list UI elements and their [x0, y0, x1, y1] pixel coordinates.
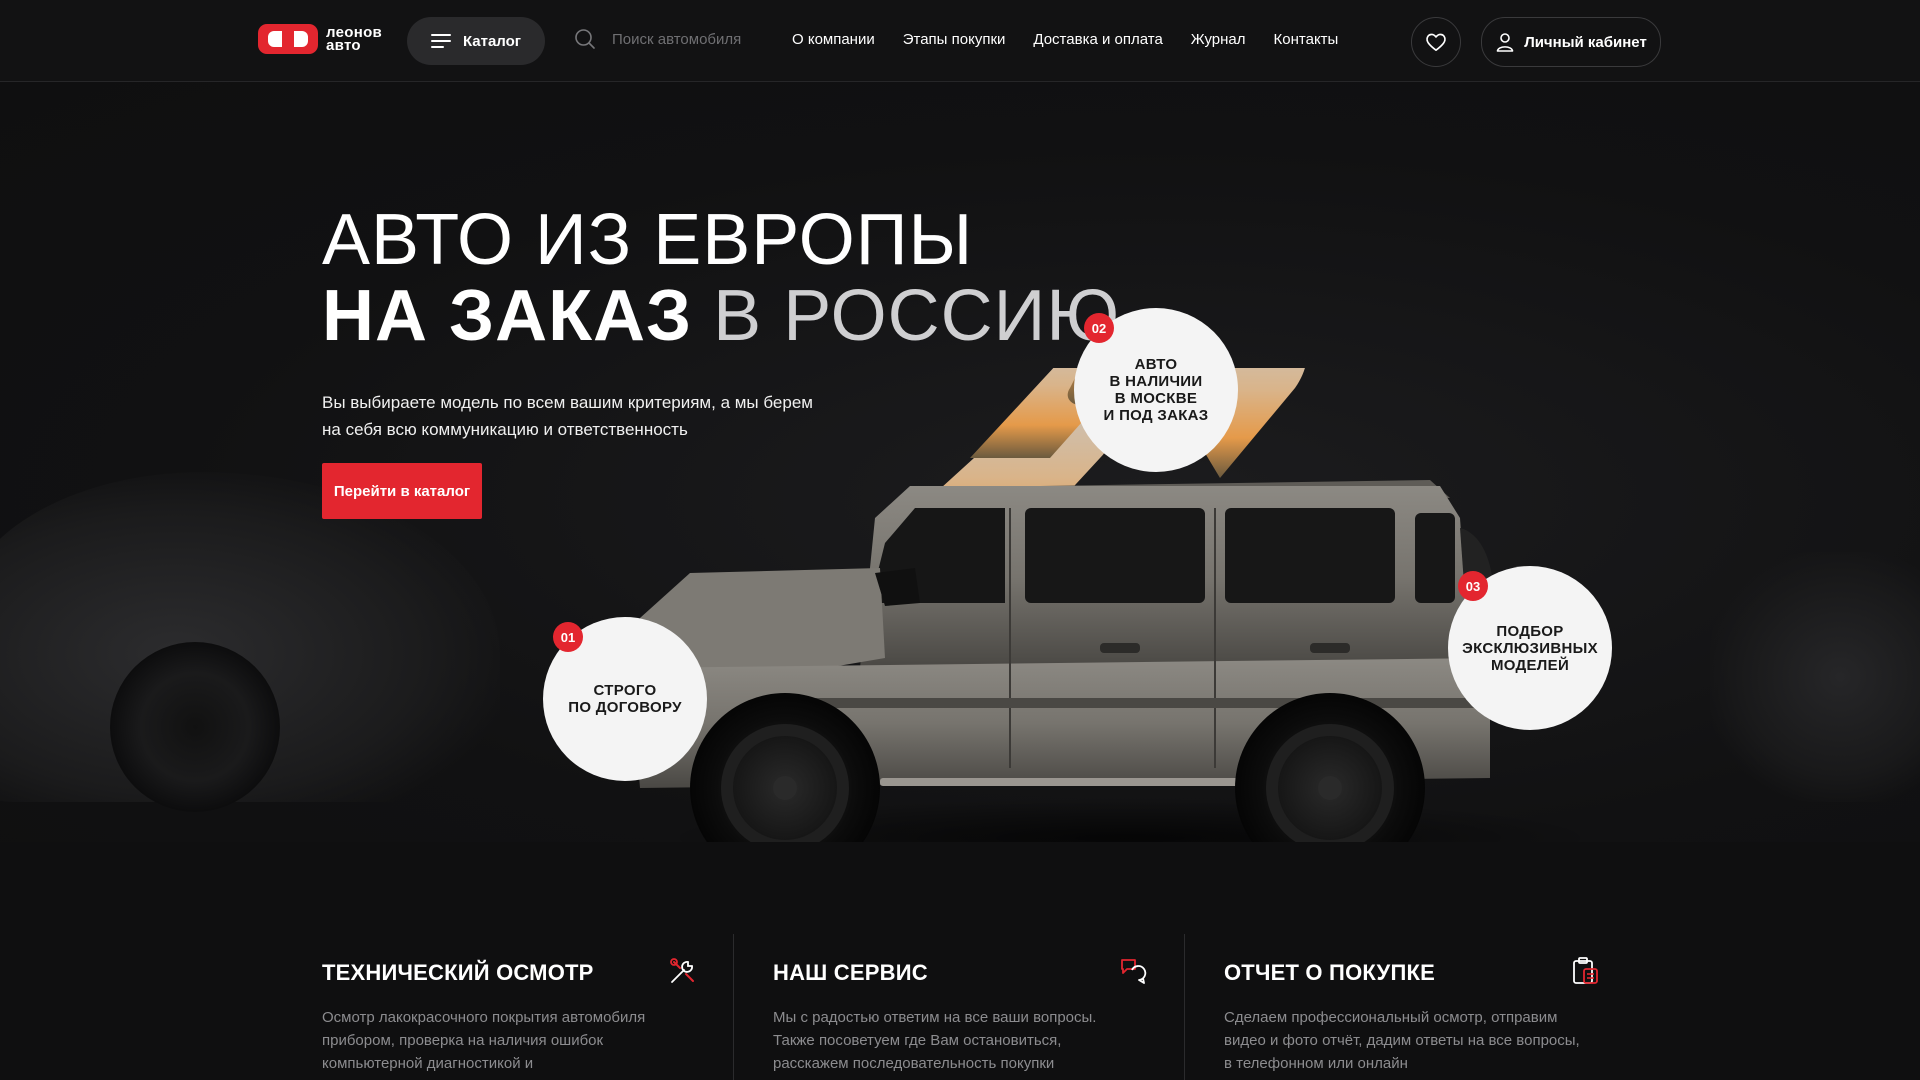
clipboard-report-icon: [1573, 957, 1598, 984]
logo[interactable]: леонов авто: [258, 24, 382, 54]
catalog-button[interactable]: Каталог: [407, 17, 545, 65]
service-description: Сделаем профессиональный осмотр, отправи…: [1224, 1009, 1580, 1072]
menu-icon: [430, 34, 451, 48]
search-input[interactable]: [610, 29, 764, 49]
nav-link-delivery-payment[interactable]: Доставка и оплата: [1033, 31, 1162, 48]
search-icon[interactable]: [574, 28, 596, 50]
hero-subtitle: Вы выбираете модель по всем вашим критер…: [322, 393, 813, 439]
nav-link-purchase-steps[interactable]: Этапы покупки: [903, 31, 1006, 48]
main-nav: О компании Этапы покупки Доставка и опла…: [792, 31, 1338, 48]
hero-title-line2-rest: В РОССИЮ: [692, 276, 1121, 356]
hero-title: АВТО ИЗ ЕВРОПЫ НА ЗАКАЗ В РОССИЮ: [322, 202, 1120, 354]
service-card-report: ОТЧЕТ О ПОКУПКЕ Сделаем профессиональный…: [1224, 957, 1604, 1075]
site-header: леонов авто Каталог О компании Этапы пок…: [0, 0, 1920, 82]
feature-exclusive-text: ПОДБОР ЭКСКЛЮЗИВНЫХ МОДЕЛЕЙ: [1462, 622, 1598, 674]
nav-link-journal[interactable]: Журнал: [1191, 31, 1246, 48]
chat-bubbles-icon: [1121, 959, 1147, 984]
favorites-button[interactable]: [1411, 17, 1461, 67]
user-icon: [1496, 33, 1514, 52]
feature-number-badge: 02: [1084, 313, 1114, 343]
go-to-catalog-button[interactable]: Перейти в каталог: [322, 463, 482, 519]
service-description: Мы с радостью ответим на все ваши вопрос…: [773, 1009, 1097, 1072]
service-card-support: НАШ СЕРВИС Мы с радостью ответим на все …: [773, 959, 1153, 1075]
feature-number-badge: 03: [1458, 571, 1488, 601]
service-description: Осмотр лакокрасочного покрытия автомобил…: [322, 1009, 646, 1072]
service-card-inspection: ТЕХНИЧЕСКИЙ ОСМОТР Осмотр лакокрасочного…: [322, 958, 702, 1075]
nav-link-about[interactable]: О компании: [792, 31, 875, 48]
service-title: ТЕХНИЧЕСКИЙ ОСМОТР: [322, 960, 594, 985]
divider: [733, 934, 734, 1080]
feature-number-badge: 01: [553, 622, 583, 652]
search-bar: [574, 28, 764, 50]
divider: [1184, 934, 1185, 1080]
nav-link-contacts[interactable]: Контакты: [1274, 31, 1339, 48]
service-title: НАШ СЕРВИС: [773, 960, 928, 985]
hero-title-line2-bold: НА ЗАКАЗ: [322, 276, 693, 356]
feature-in-stock-text: АВТО В НАЛИЧИИ В МОСКВЕ И ПОД ЗАКАЗ: [1103, 356, 1209, 424]
background-car-right-image: [1710, 552, 1920, 802]
feature-contract-text: СТРОГО ПО ДОГОВОРУ: [568, 682, 682, 716]
tools-icon: [670, 958, 694, 983]
hero-title-line1: АВТО ИЗ ЕВРОПЫ: [322, 200, 974, 280]
heart-icon: [1426, 33, 1446, 51]
account-button[interactable]: Личный кабинет: [1481, 17, 1661, 67]
logo-mark-icon: [258, 24, 318, 54]
service-title: ОТЧЕТ О ПОКУПКЕ: [1224, 960, 1435, 985]
account-button-label: Личный кабинет: [1524, 33, 1647, 51]
hero-section: АВТО ИЗ ЕВРОПЫ НА ЗАКАЗ В РОССИЮ Вы выби…: [0, 82, 1920, 842]
catalog-button-label: Каталог: [462, 32, 522, 50]
